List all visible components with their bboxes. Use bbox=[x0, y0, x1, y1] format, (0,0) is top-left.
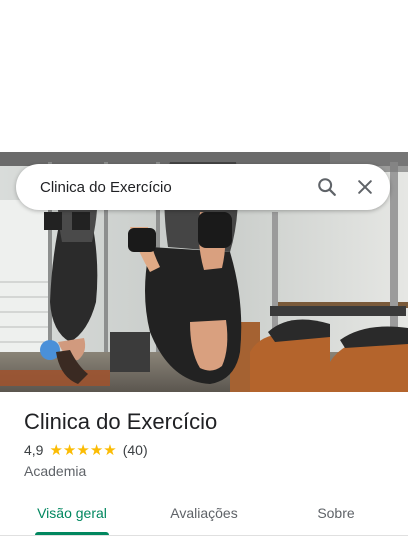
close-button[interactable] bbox=[350, 172, 380, 202]
close-icon bbox=[358, 180, 372, 194]
star-rating: ★ ★ ★ ★ ★ bbox=[49, 443, 116, 458]
star-icon: ★ bbox=[76, 441, 90, 459]
star-icon: ★ bbox=[89, 441, 104, 459]
rating-value: 4,9 bbox=[24, 442, 44, 458]
active-tab-indicator bbox=[35, 532, 109, 535]
tab-label: Visão geral bbox=[37, 505, 107, 521]
search-bar[interactable]: Clinica do Exercício bbox=[16, 164, 390, 210]
tab-overview[interactable]: Visão geral bbox=[35, 492, 109, 535]
star-icon: ★ bbox=[62, 441, 77, 459]
star-icon: ★ bbox=[49, 441, 63, 459]
rating-row[interactable]: 4,9 ★ ★ ★ ★ ★ (40) bbox=[24, 442, 384, 458]
review-count[interactable]: (40) bbox=[123, 442, 148, 458]
search-icon bbox=[318, 178, 336, 196]
place-category: Academia bbox=[24, 463, 87, 479]
tab-label: Sobre bbox=[317, 505, 355, 521]
search-input[interactable]: Clinica do Exercício bbox=[40, 179, 312, 196]
tab-about[interactable]: Sobre bbox=[316, 492, 356, 534]
tab-reviews[interactable]: Avaliações bbox=[168, 492, 240, 534]
place-title: Clinica do Exercício bbox=[24, 409, 218, 434]
search-button[interactable] bbox=[312, 172, 342, 202]
star-icon: ★ bbox=[103, 441, 117, 459]
tab-label: Avaliações bbox=[170, 505, 238, 521]
tab-bar: Visão geral Avaliações Sobre bbox=[0, 492, 408, 536]
place-info: Clinica do Exercício 4,9 ★ ★ ★ ★ ★ (40) … bbox=[24, 408, 384, 479]
